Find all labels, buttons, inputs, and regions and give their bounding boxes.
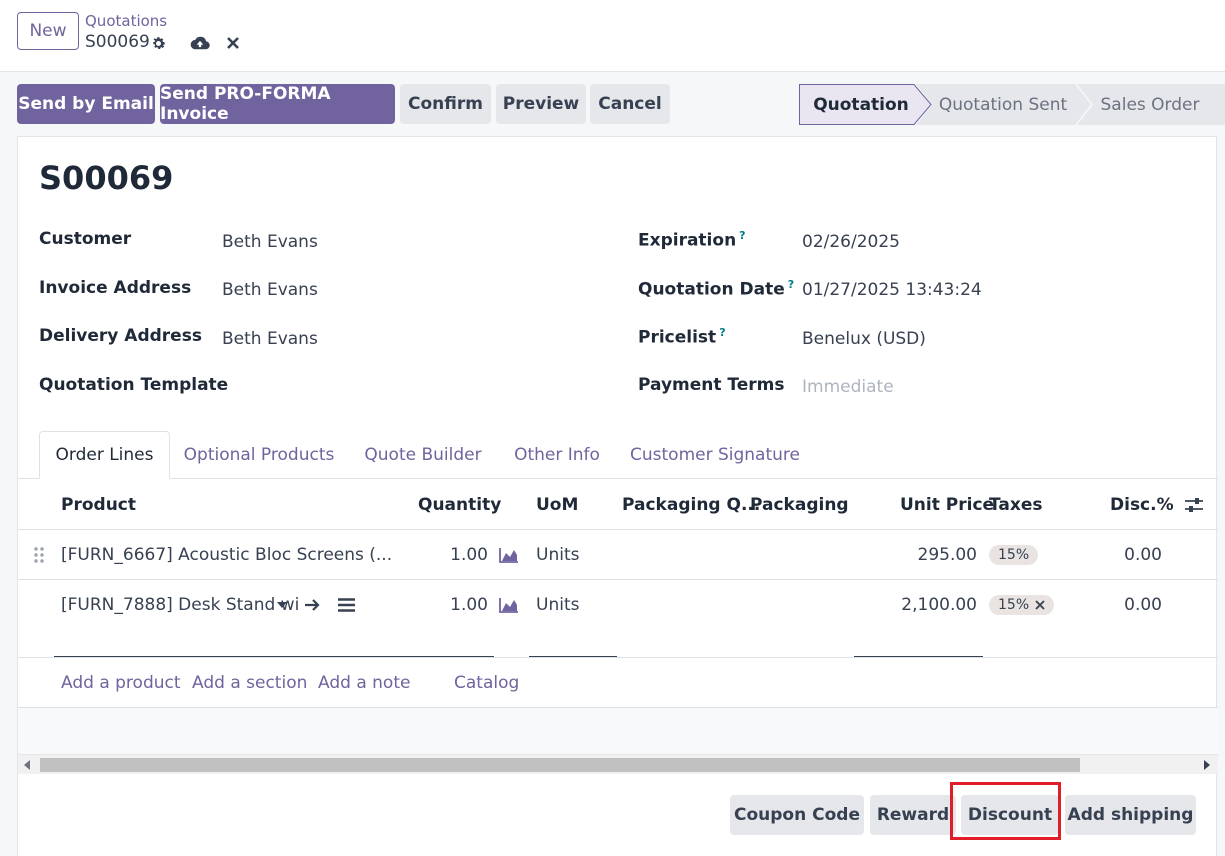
quotation-date-label: Quotation Date? [638,278,794,300]
tab-optional-products[interactable]: Optional Products [175,431,343,479]
tab-order-lines[interactable]: Order Lines [39,431,170,479]
col-packaging-qty[interactable]: Packaging Q... [622,480,760,530]
discount-highlight-box [950,782,1061,840]
row-taxes[interactable]: 15% [989,580,1055,630]
catalog-link[interactable]: Catalog [454,658,519,708]
confirm-button[interactable]: Confirm [400,84,491,124]
customer-label: Customer [39,229,132,249]
quotation-template-field[interactable] [222,375,582,399]
row-product[interactable]: [FURN_6667] Acoustic Bloc Screens (... [61,530,392,580]
col-taxes[interactable]: Taxes [989,480,1043,530]
forecast-chart-icon[interactable] [499,580,519,630]
customer-field[interactable]: Beth Evans [222,232,318,252]
pricelist-label: Pricelist? [638,326,726,348]
payment-terms-field[interactable]: Immediate [802,377,894,397]
dropdown-caret-icon[interactable] [277,580,287,630]
col-packaging[interactable]: Packaging [750,480,849,530]
product-input-underline [54,656,494,657]
add-line-controls: Add a product Add a section Add a note C… [18,658,1218,708]
add-note-link[interactable]: Add a note [318,658,410,708]
help-icon[interactable]: ? [719,326,725,339]
gear-icon[interactable] [148,33,168,53]
preview-button[interactable]: Preview [496,84,586,124]
help-icon[interactable]: ? [788,278,794,291]
order-lines-header: Product Quantity UoM Packaging Q... Pack… [18,480,1218,530]
quotation-template-label: Quotation Template [39,375,229,395]
remove-tax-icon[interactable] [1035,600,1045,610]
tax-badge-label: 15% [998,597,1030,613]
add-product-link[interactable]: Add a product [61,658,181,708]
cancel-button[interactable]: Cancel [590,84,670,124]
drag-handle-icon[interactable] [33,530,45,580]
invoice-address-label: Invoice Address [39,278,192,298]
tab-quote-builder[interactable]: Quote Builder [358,431,488,479]
uom-input-underline [529,656,617,657]
form-sheet: S00069 Customer Beth Evans Invoice Addre… [17,136,1218,856]
row-discount[interactable]: 0.00 [1098,580,1162,630]
notebook-tabs: Order Lines Optional Products Quote Buil… [18,431,1218,479]
pricelist-label-text: Pricelist [638,327,717,348]
row-uom[interactable]: Units [536,580,579,630]
delivery-address-label: Delivery Address [39,326,202,346]
scrollbar-thumb[interactable] [40,758,1080,772]
coupon-code-button[interactable]: Coupon Code [730,795,864,835]
breadcrumb-parent[interactable]: Quotations [85,12,167,30]
product-configurator-icon[interactable] [338,580,355,630]
stage-quotation-sent[interactable]: Quotation Sent [929,84,1077,125]
row-uom[interactable]: Units [536,530,579,580]
pricelist-field[interactable]: Benelux (USD) [802,329,926,349]
add-shipping-button[interactable]: Add shipping [1065,795,1196,835]
record-title: S00069 [39,159,174,197]
delivery-address-field[interactable]: Beth Evans [222,329,318,349]
scroll-right-icon[interactable] [1204,760,1210,770]
stage-sales-order[interactable]: Sales Order [1091,84,1209,125]
quotation-date-label-text: Quotation Date [638,279,785,300]
tab-other-info[interactable]: Other Info [508,431,606,479]
row-unit-price[interactable]: 2,100.00 [868,580,977,630]
col-uom[interactable]: UoM [536,480,578,530]
row-unit-price[interactable]: 295.00 [868,530,977,580]
row-taxes[interactable]: 15% [989,530,1039,580]
internal-link-arrow-icon[interactable] [304,580,322,630]
status-bar: Quotation Quotation Sent Sales Order [799,84,1225,125]
add-section-link[interactable]: Add a section [192,658,307,708]
optional-columns-icon[interactable] [1184,480,1204,530]
expiration-label-text: Expiration [638,230,737,251]
tax-badge: 15% [989,595,1055,615]
quotation-date-field[interactable]: 01/27/2025 13:43:24 [802,280,982,300]
col-product[interactable]: Product [61,480,136,530]
table-row[interactable]: [FURN_6667] Acoustic Bloc Screens (... 1… [18,530,1218,580]
row-quantity[interactable]: 1.00 [418,580,488,630]
row-quantity[interactable]: 1.00 [418,530,488,580]
payment-terms-label: Payment Terms [638,375,785,395]
table-footer-area [18,708,1218,754]
col-quantity[interactable]: Quantity [418,480,501,530]
horizontal-scrollbar[interactable] [18,754,1218,774]
price-input-underline [854,656,983,657]
send-by-email-button[interactable]: Send by Email [17,84,155,124]
breadcrumb-current: S00069 [85,32,150,52]
expiration-label: Expiration? [638,229,746,251]
stage-quotation[interactable]: Quotation [799,84,923,125]
help-icon[interactable]: ? [739,229,745,242]
new-button[interactable]: New [17,12,79,50]
discard-icon[interactable] [223,33,243,53]
col-discount[interactable]: Disc.% [1110,480,1174,530]
cloud-upload-icon[interactable] [190,33,210,53]
expiration-field[interactable]: 02/26/2025 [802,232,900,252]
row-discount[interactable]: 0.00 [1098,530,1162,580]
row-product-value: [FURN_7888] Desk Stand wi [61,595,300,615]
tab-customer-signature[interactable]: Customer Signature [630,431,800,479]
control-panel: New Quotations S00069 [0,0,1225,72]
forecast-chart-icon[interactable] [499,530,519,580]
table-row-editing[interactable]: [FURN_7888] Desk Stand wi 1.00 Units 2,1… [18,580,1218,658]
send-proforma-button[interactable]: Send PRO-FORMA Invoice [160,84,395,124]
reward-button[interactable]: Reward [870,795,956,835]
row-product-input[interactable]: [FURN_7888] Desk Stand wi [61,580,299,630]
tax-badge: 15% [989,545,1039,565]
scroll-left-icon[interactable] [24,760,30,770]
col-unit-price[interactable]: Unit Price [900,480,994,530]
invoice-address-field[interactable]: Beth Evans [222,280,318,300]
